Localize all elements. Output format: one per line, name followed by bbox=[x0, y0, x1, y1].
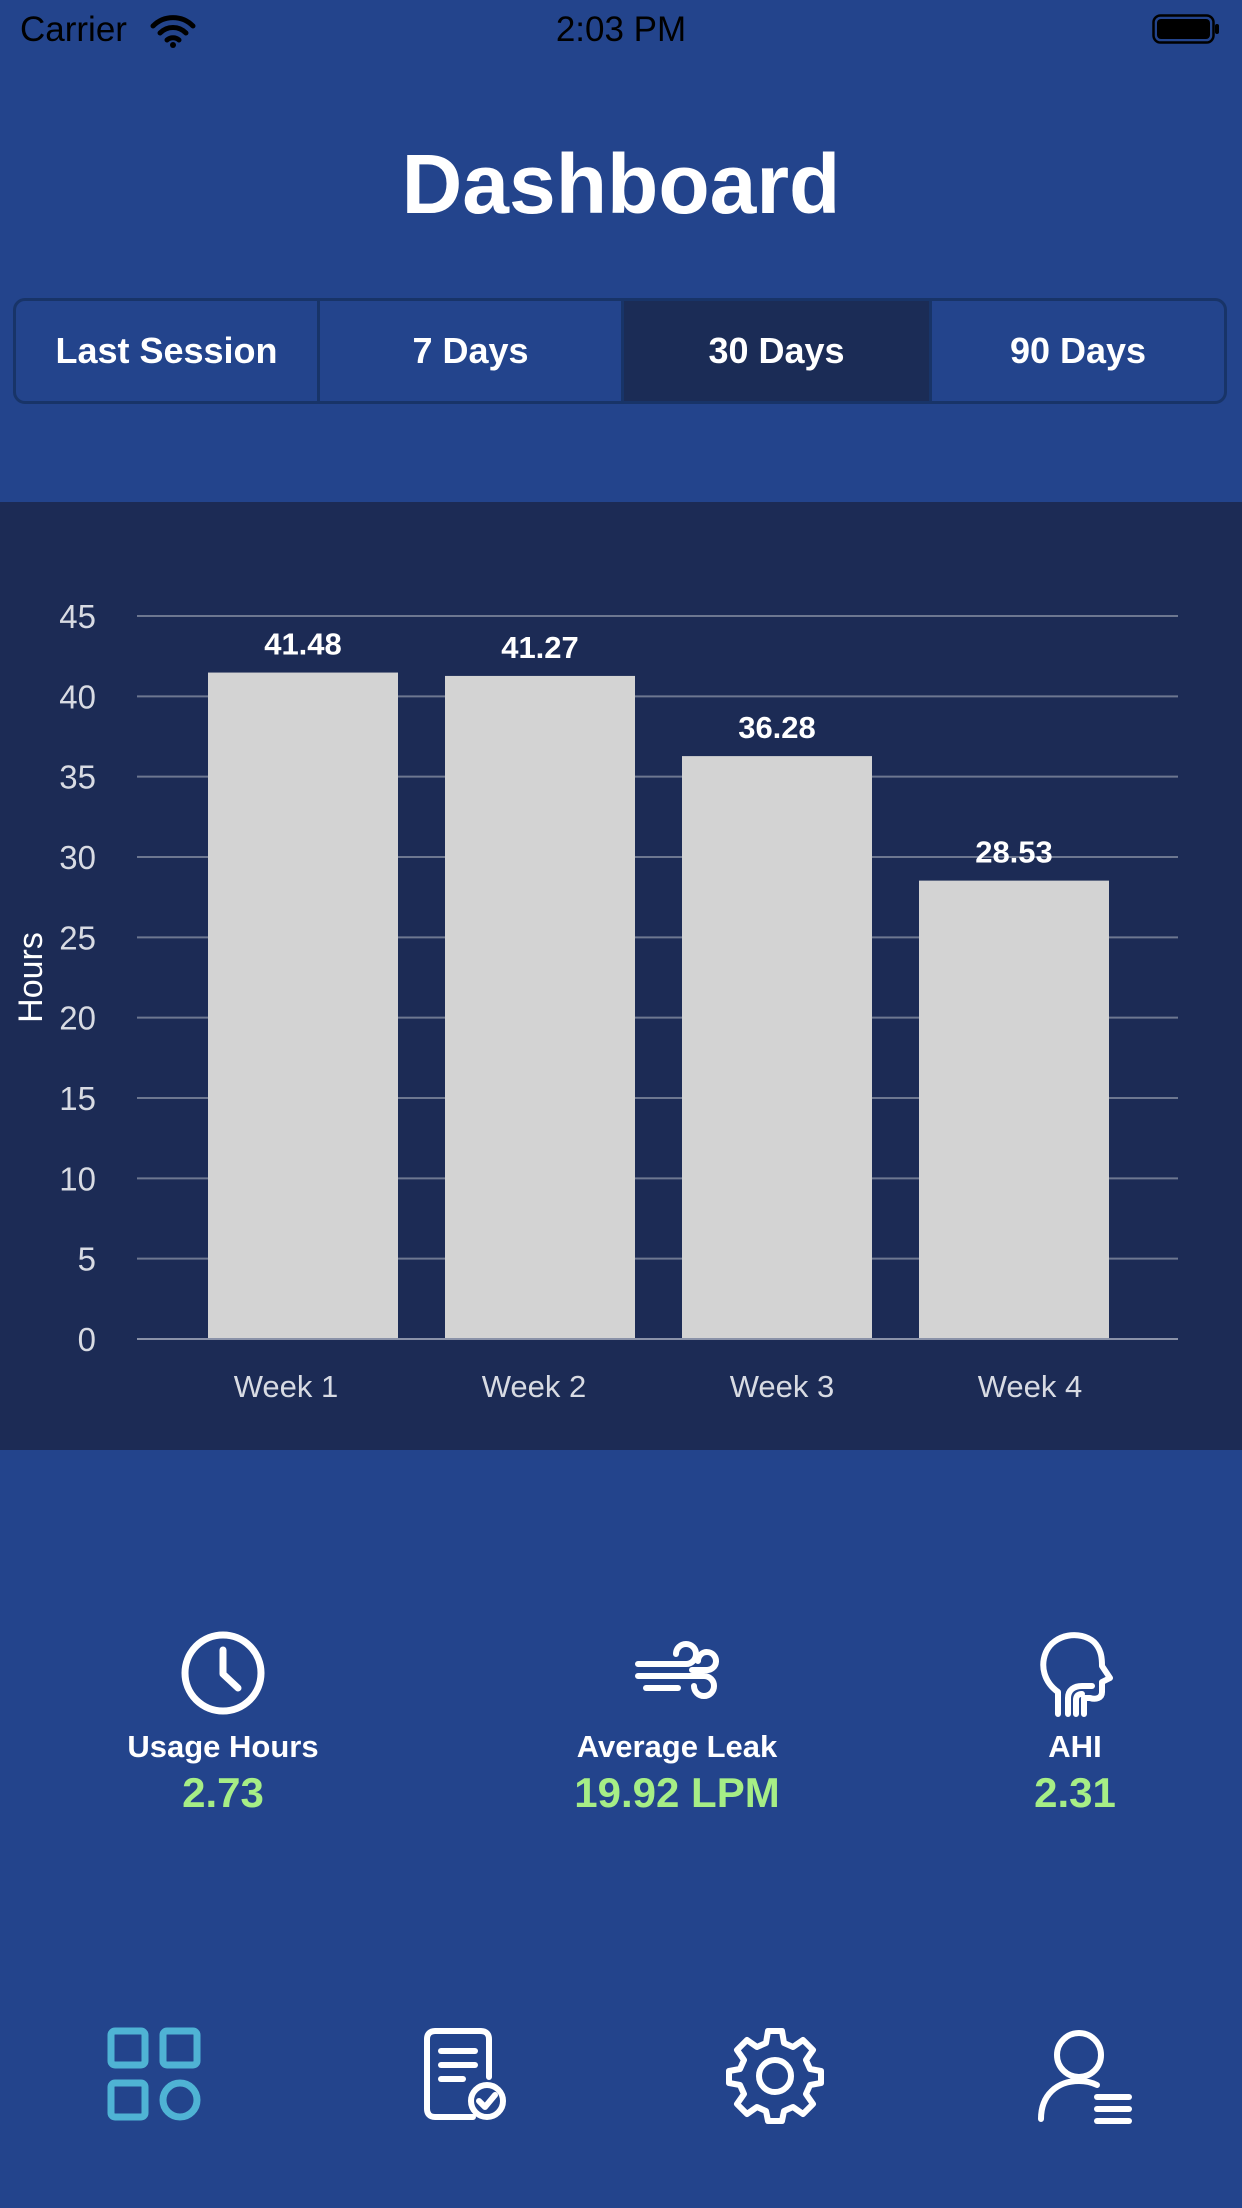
status-bar: Carrier 2:03 PM bbox=[0, 0, 1242, 60]
bar-data-label: 28.53 bbox=[975, 835, 1053, 870]
x-tick-label: Week 2 bbox=[482, 1369, 587, 1404]
usage-hours-stat: Usage Hours 2.73 bbox=[63, 1628, 383, 1818]
tab-settings[interactable] bbox=[720, 2022, 830, 2132]
wind-icon bbox=[632, 1628, 722, 1718]
tab-90-days[interactable]: 90 Days bbox=[929, 301, 1224, 401]
tab-30-days[interactable]: 30 Days bbox=[621, 301, 929, 401]
x-tick-label: Week 1 bbox=[234, 1369, 339, 1404]
average-leak-label: Average Leak bbox=[576, 1729, 778, 1764]
tab-profile[interactable] bbox=[1030, 2022, 1140, 2132]
y-tick-label: 30 bbox=[59, 839, 96, 876]
average-leak-value: 19.92 LPM bbox=[574, 1769, 780, 1816]
y-tick-label: 35 bbox=[59, 759, 96, 796]
tab-reports[interactable] bbox=[410, 2022, 520, 2132]
y-tick-label: 40 bbox=[59, 678, 96, 715]
y-tick-label: 10 bbox=[59, 1160, 96, 1197]
dashboard-grid-icon bbox=[105, 2025, 205, 2130]
x-tick-label: Week 3 bbox=[730, 1369, 835, 1404]
usage-hours-label: Usage Hours bbox=[127, 1729, 319, 1764]
y-tick-label: 15 bbox=[59, 1080, 96, 1117]
battery-icon bbox=[1152, 14, 1220, 44]
ahi-value: 2.31 bbox=[1034, 1769, 1116, 1816]
x-tick-label: Week 4 bbox=[978, 1369, 1083, 1404]
average-leak-stat: Average Leak 19.92 LPM bbox=[517, 1628, 837, 1818]
usage-hours-value: 2.73 bbox=[182, 1769, 264, 1816]
bar bbox=[208, 672, 398, 1339]
gear-icon bbox=[725, 2025, 825, 2130]
bar-data-label: 41.48 bbox=[264, 627, 342, 662]
bar bbox=[682, 756, 872, 1339]
profile-icon bbox=[1035, 2025, 1135, 2130]
period-segmented-control: Last Session 7 Days 30 Days 90 Days bbox=[13, 298, 1227, 404]
y-tick-label: 25 bbox=[59, 919, 96, 956]
usage-chart-panel: 0 5 10 15 20 25 30 35 40 45 Hours 41.48 Week 1 41.27 W… bbox=[0, 502, 1242, 1450]
ahi-label: AHI bbox=[1048, 1729, 1102, 1764]
y-tick-label: 5 bbox=[78, 1241, 96, 1278]
y-tick-label: 45 bbox=[59, 598, 96, 635]
bar-data-label: 36.28 bbox=[738, 710, 816, 745]
usage-bar-chart: 0 5 10 15 20 25 30 35 40 45 Hours 41.48 Week 1 41.27 W… bbox=[12, 598, 1178, 1404]
clock-icon bbox=[178, 1628, 268, 1718]
y-axis-label: Hours bbox=[12, 932, 50, 1023]
head-airway-icon bbox=[1030, 1628, 1120, 1718]
tab-dashboard[interactable] bbox=[100, 2022, 210, 2132]
page-title: Dashboard bbox=[401, 137, 841, 231]
status-time: 2:03 PM bbox=[555, 10, 687, 49]
bar-data-label: 41.27 bbox=[501, 630, 579, 665]
y-tick-label: 20 bbox=[59, 1000, 96, 1037]
ahi-stat: AHI 2.31 bbox=[915, 1628, 1235, 1818]
tab-7-days[interactable]: 7 Days bbox=[317, 301, 621, 401]
y-tick-label: 0 bbox=[78, 1321, 96, 1358]
bar bbox=[445, 675, 635, 1339]
tab-last-session[interactable]: Last Session bbox=[16, 301, 317, 401]
report-document-icon bbox=[415, 2025, 515, 2130]
bar bbox=[919, 880, 1109, 1339]
